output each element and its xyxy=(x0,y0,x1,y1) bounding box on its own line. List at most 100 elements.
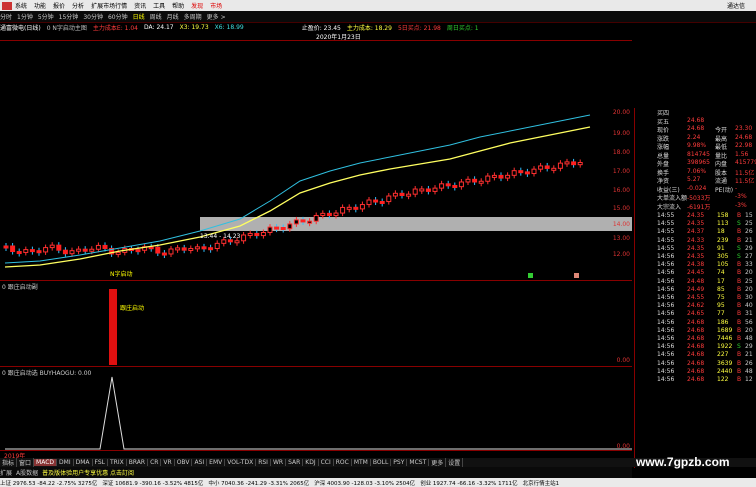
indicator-tab[interactable]: BRAR xyxy=(127,459,149,466)
candle xyxy=(16,251,22,255)
watermark: www.7gpzb.com xyxy=(636,455,730,469)
indicator-tab[interactable]: WR xyxy=(271,459,287,466)
tick-row: 14:55 24.33 239 B 21 xyxy=(635,237,756,245)
indicator-tab[interactable]: CR xyxy=(148,459,162,466)
candle xyxy=(241,234,247,242)
candle xyxy=(234,240,240,244)
index-chinext[interactable]: 创业 1927.74 -66.16 -3.32% 1711亿 xyxy=(420,479,517,487)
candle xyxy=(95,244,101,250)
indicator-tab[interactable]: MCST xyxy=(407,459,430,466)
candle xyxy=(439,183,445,189)
tick-price: 24.48 xyxy=(687,277,705,285)
index-hs300[interactable]: 沪深 4003.90 -128.03 -3.10% 2504亿 xyxy=(314,479,415,487)
tick-direction: S xyxy=(737,220,741,228)
price-axis-label: 20.00 xyxy=(612,109,630,116)
period-tab[interactable]: 周线 xyxy=(150,12,162,21)
indicator-tab[interactable]: BOLL xyxy=(371,459,392,466)
tick-count: 27 xyxy=(745,253,753,260)
candle xyxy=(511,170,517,176)
indicator-tab[interactable]: 指标 xyxy=(0,458,18,467)
tick-price: 24.45 xyxy=(687,269,705,277)
main-chart-panel[interactable]: 13.44 - 14.23 N字启动 20.00 19.00 18.00 17.… xyxy=(0,40,632,281)
ext-tab[interactable]: A股数据 xyxy=(16,468,38,477)
indicator-tab[interactable]: PSY xyxy=(391,459,408,466)
candle xyxy=(293,219,299,225)
menu-ext-market[interactable]: 扩展市场行情 xyxy=(91,1,127,10)
promo-notice[interactable]: 普及版体验用户专享优惠 点击訂阅 xyxy=(42,468,134,477)
candle xyxy=(49,244,55,249)
tick-direction: S xyxy=(737,244,741,252)
ext-tab[interactable]: 扩展 xyxy=(0,468,12,477)
stock-name: 通富微电(日线) xyxy=(0,24,41,32)
period-tab[interactable]: 月线 xyxy=(167,12,179,21)
indicator-tab[interactable]: EMV xyxy=(207,459,226,466)
stop-price: 止盈价: 23.45 xyxy=(301,24,341,32)
tick-row: 14:56 24.48 17 B 25 xyxy=(635,278,756,286)
ma-line-cyan xyxy=(4,114,591,264)
candle xyxy=(188,247,194,251)
period-tab[interactable]: 30分钟 xyxy=(83,12,103,21)
quote-value: -3% xyxy=(735,201,747,209)
period-tab[interactable]: 更多 > xyxy=(207,12,226,21)
menu-quote[interactable]: 报价 xyxy=(53,1,65,10)
indicator-name[interactable]: 0 N字启动主图 xyxy=(47,23,87,32)
candle xyxy=(333,212,339,217)
menu-analysis[interactable]: 分析 xyxy=(72,1,84,10)
tick-volume: 305 xyxy=(717,253,729,260)
quote-value: -6191万 xyxy=(687,203,711,211)
menu-discover[interactable]: 发现 xyxy=(191,1,203,10)
menu-tools[interactable]: 工具 xyxy=(153,1,165,10)
candle xyxy=(155,246,161,254)
indicator-tab[interactable]: 更多 xyxy=(429,458,447,467)
indicator-tab[interactable]: FSL xyxy=(93,459,109,466)
indicator-tab[interactable]: TRIX xyxy=(108,459,127,466)
index-smallcap[interactable]: 中小 7040.36 -241.29 -3.31% 2065亿 xyxy=(208,479,309,487)
menu-function[interactable]: 功能 xyxy=(34,1,46,10)
period-tab[interactable]: 分时 xyxy=(0,12,12,21)
ma-value: 主力成本E: 1.04 xyxy=(92,24,138,32)
indicator-tab[interactable]: RSI xyxy=(256,459,271,466)
indicator-tab[interactable]: DMA xyxy=(74,459,93,466)
indicator-tab[interactable]: VR xyxy=(161,459,175,466)
menu-help[interactable]: 帮助 xyxy=(172,1,184,10)
indicator-tab[interactable]: 窗口 xyxy=(17,458,35,467)
period-tab[interactable]: 60分钟 xyxy=(108,12,128,21)
tick-direction: B xyxy=(737,376,742,383)
candlestick-chart[interactable] xyxy=(0,41,632,281)
menu-news[interactable]: 资讯 xyxy=(134,1,146,10)
period-tab[interactable]: 多周期 xyxy=(184,12,202,21)
indicator-tab[interactable]: VOL-TDX xyxy=(225,459,257,466)
indicator-tab[interactable]: DMI xyxy=(57,459,74,466)
indicator-tab[interactable]: CCI xyxy=(319,459,334,466)
index-shanghai[interactable]: 上证 2976.53 -84.22 -2.75% 3275亿 xyxy=(0,479,97,487)
candle xyxy=(260,231,266,237)
tick-direction: B xyxy=(737,367,742,375)
tick-direction: B xyxy=(737,228,742,236)
quote-value: 24.68 xyxy=(735,133,753,141)
menu-market[interactable]: 市场 xyxy=(210,1,222,10)
tick-count: 25 xyxy=(745,220,753,228)
quote-panel: 买四 买五 24.68 现价 24.68 今开 23.30 涨跌 2.24 最高 … xyxy=(634,108,756,468)
period-tab[interactable]: 1分钟 xyxy=(17,12,33,21)
indicator-tab[interactable]: ASI xyxy=(192,459,208,466)
indicator-tab[interactable]: SAR xyxy=(286,459,304,466)
index-shenzhen[interactable]: 深证 10681.9 -390.16 -3.52% 4815亿 xyxy=(102,479,203,487)
candle xyxy=(399,192,405,196)
indicator-tab[interactable]: 设置 xyxy=(446,458,464,467)
period-tab[interactable]: 15分钟 xyxy=(59,12,79,21)
indicator-tab[interactable]: OBV xyxy=(175,459,193,466)
indicator-tab[interactable]: MACD xyxy=(34,459,58,466)
indicator-tab[interactable]: KDJ xyxy=(303,459,319,466)
indicator-tab[interactable]: MTM xyxy=(352,459,371,466)
candle xyxy=(247,232,253,236)
tick-volume: 227 xyxy=(717,351,729,359)
sub-chart-panel-2[interactable]: 0 跟庄启动选 BUYHAOGU: 0.00 0.00 xyxy=(0,366,632,451)
menu-system[interactable]: 系统 xyxy=(15,1,27,10)
period-tab[interactable]: 5分钟 xyxy=(38,12,54,21)
period-tab-daily[interactable]: 日线 xyxy=(133,12,145,21)
quote-value: 23.30 xyxy=(735,125,753,132)
sub-chart-panel-1[interactable]: 0 跟庄启动副 跟庄启动 0.00 xyxy=(0,280,632,367)
indicator-tab[interactable]: ROC xyxy=(334,459,352,466)
tick-volume: 75 xyxy=(717,294,725,301)
candle xyxy=(353,206,359,210)
